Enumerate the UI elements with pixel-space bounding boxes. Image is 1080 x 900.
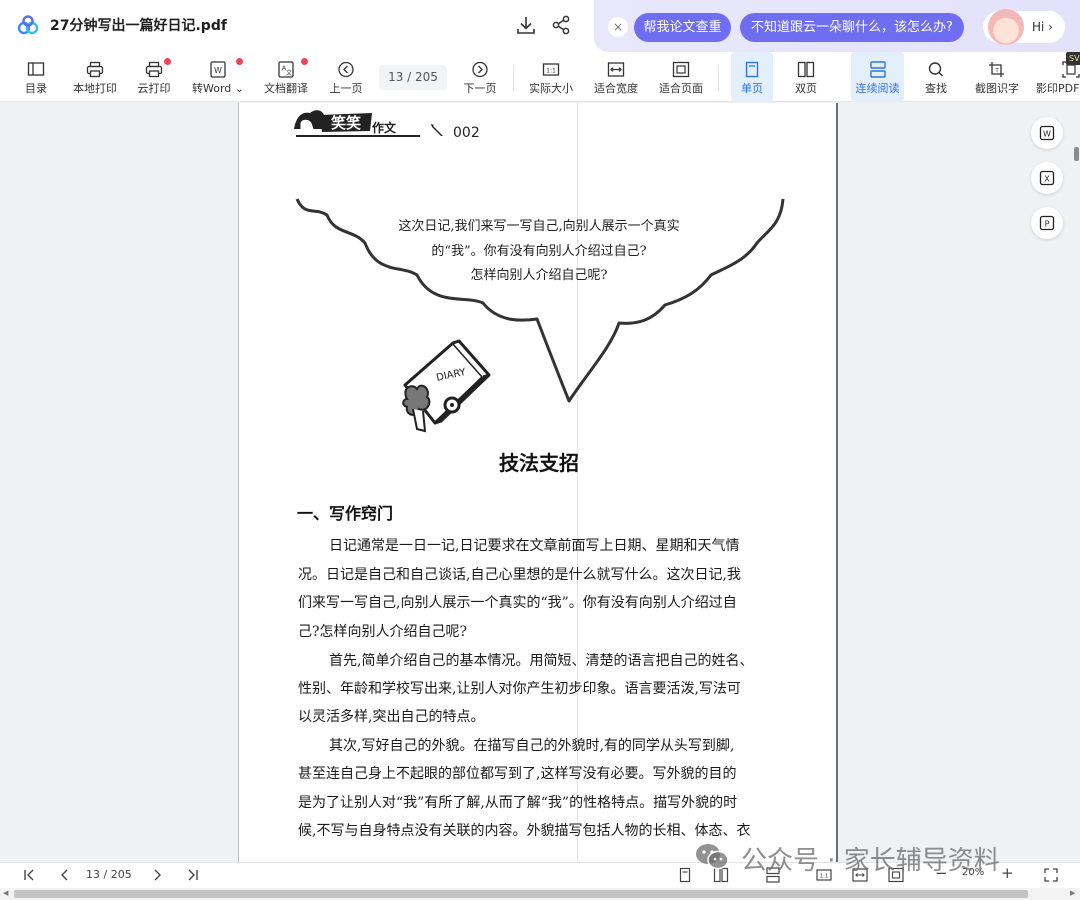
header-rule bbox=[296, 135, 420, 137]
side-to-word-button[interactable]: W bbox=[1031, 117, 1063, 149]
actual-size-icon: 1:1 bbox=[542, 63, 560, 76]
word-icon: W bbox=[1039, 125, 1055, 141]
side-to-excel-button[interactable]: X bbox=[1031, 162, 1063, 194]
svg-text:X: X bbox=[1044, 175, 1050, 184]
svg-text:W: W bbox=[214, 66, 222, 75]
prev-page-icon[interactable] bbox=[57, 867, 73, 883]
body-text-line: 首先,简单介绍自己的基本情况。用简短、清楚的语言把自己的姓名、 bbox=[329, 653, 754, 669]
book-series-name: 笑笑 bbox=[331, 114, 361, 132]
word-file-icon: W bbox=[210, 61, 226, 78]
sidebar-icon bbox=[27, 62, 45, 76]
watermark-text: 公众号 · 家长辅导资料 bbox=[741, 846, 1000, 876]
side-to-ppt-button[interactable]: P bbox=[1031, 207, 1063, 239]
last-page-icon[interactable] bbox=[185, 867, 201, 883]
body-text-line: 其次,写好自己的外貌。在描写自己的外貌时,有的同学从头写到脚, bbox=[329, 738, 735, 754]
continuous-scroll-icon bbox=[869, 61, 886, 78]
svg-text:P: P bbox=[1045, 220, 1050, 229]
first-page-icon[interactable] bbox=[21, 867, 37, 883]
section-heading: 技法支招 bbox=[499, 451, 579, 475]
notification-dot bbox=[301, 58, 308, 65]
double-page-button[interactable]: 双页 bbox=[786, 52, 826, 102]
toc-button[interactable]: 目录 bbox=[18, 52, 54, 102]
wechat-logo-icon bbox=[696, 844, 729, 870]
page-number-input[interactable]: 13 / 205 bbox=[379, 65, 447, 90]
body-text-line: 性别、年龄和学校写出来,让别人对你产生初步印象。语言要活泼,写法可 bbox=[298, 681, 741, 697]
crop-ocr-icon: T bbox=[989, 62, 1004, 77]
book-series-suffix: 作文 bbox=[372, 121, 397, 135]
fit-page-icon bbox=[672, 61, 690, 78]
single-page-button[interactable]: 单页 bbox=[731, 52, 773, 102]
zoom-in-button[interactable]: + bbox=[1001, 864, 1017, 882]
book-series-logo: 笑笑 bbox=[294, 110, 372, 132]
svg-text:文: 文 bbox=[286, 69, 292, 77]
printer-icon bbox=[86, 61, 104, 78]
local-print-button[interactable]: 本地打印 bbox=[70, 52, 120, 102]
body-text-line: 是为了让别人对“我”有所了解,从而了解“我”的性格特点。描写外貌的时 bbox=[298, 795, 738, 811]
body-text-line: 日记通常是一日一记,日记要求在文章前面写上日期、星期和天气情 bbox=[329, 538, 740, 554]
book-page-number: 002 bbox=[453, 125, 480, 141]
next-page-icon[interactable] bbox=[149, 867, 165, 883]
bubble-text-line: 怎样向别人介绍自己呢? bbox=[470, 268, 608, 283]
pencil-icon bbox=[431, 124, 443, 136]
notification-dot bbox=[236, 58, 243, 65]
scroll-left-arrow-icon[interactable]: ◀ bbox=[3, 889, 8, 897]
find-button[interactable]: 查找 bbox=[918, 52, 954, 102]
section-subheading: 一、写作窍门 bbox=[297, 504, 394, 523]
single-page-icon bbox=[745, 61, 759, 78]
assistant-hi-label: Hi › bbox=[1032, 20, 1053, 34]
body-text-line: 候,不写与自身特点没有关联的内容。外貌描写包括人物的长相、体态、衣 bbox=[298, 823, 751, 839]
chevron-right-circle-icon bbox=[472, 61, 488, 78]
pdf-page: 笑笑 作文 002 这次日记,我们来写一写自己,向别人展示一个真实 的“我”。你… bbox=[238, 103, 838, 862]
scroll-right-arrow-icon[interactable]: ▶ bbox=[1070, 889, 1075, 897]
fit-page-button[interactable]: 适合页面 bbox=[656, 52, 706, 102]
svg-text:T: T bbox=[994, 68, 999, 74]
excel-icon: X bbox=[1039, 170, 1055, 186]
screenshot-ocr-button[interactable]: T 截图识字 bbox=[970, 52, 1024, 102]
document-viewport[interactable]: 笑笑 作文 002 这次日记,我们来写一写自己,向别人展示一个真实 的“我”。你… bbox=[0, 103, 1080, 862]
body-text-line: 以灵活多样,突出自己的特点。 bbox=[298, 709, 485, 725]
fit-width-button[interactable]: 适合宽度 bbox=[591, 52, 641, 102]
chevron-left-circle-icon bbox=[338, 61, 354, 78]
double-page-icon bbox=[797, 61, 815, 78]
horizontal-scrollbar-thumb[interactable] bbox=[14, 890, 1028, 898]
body-text-line: 甚至连自己身上不起眼的部位都写到了,这样写没有必要。写外貌的目的 bbox=[298, 766, 737, 782]
svg-text:W: W bbox=[1043, 130, 1051, 139]
actual-size-button[interactable]: 1:1 实际大小 bbox=[526, 52, 576, 102]
body-text-line: 们来写一写自己,向别人展示一个真实的“我”。你有没有向别人介绍过自 bbox=[298, 595, 737, 611]
single-page-view-icon[interactable] bbox=[677, 867, 693, 883]
cloud-printer-icon bbox=[145, 61, 163, 78]
body-text-line: 况。日记是自己和自己谈话,自己心里想的是什么就写什么。这次日记,我 bbox=[298, 567, 741, 583]
ai-bar-close-button[interactable]: × bbox=[608, 17, 628, 37]
toolbar-divider bbox=[513, 65, 514, 91]
assistant-avatar[interactable] bbox=[988, 9, 1024, 45]
notification-dot bbox=[164, 58, 171, 65]
fullscreen-icon[interactable] bbox=[1043, 867, 1059, 883]
prev-page-button[interactable]: 上一页 bbox=[326, 52, 366, 102]
toolbar-divider bbox=[718, 65, 719, 91]
body-text-line: 己?怎样向别人介绍自己呢? bbox=[298, 624, 468, 640]
document-title: 27分钟写出一篇好日记.pdf bbox=[50, 18, 227, 34]
translate-icon: A文 bbox=[278, 61, 294, 78]
ai-chat-suggestion-button[interactable]: 不知道跟云一朵聊什么，该怎么办? bbox=[740, 13, 964, 42]
plagiarism-check-button[interactable]: 帮我论文查重 bbox=[634, 13, 731, 42]
status-page-indicator: 13 / 205 bbox=[86, 868, 132, 881]
svg-text:1:1: 1:1 bbox=[546, 68, 556, 75]
ppt-icon: P bbox=[1039, 215, 1055, 231]
continuous-reading-button[interactable]: 连续阅读 bbox=[851, 52, 904, 102]
search-icon bbox=[928, 62, 944, 77]
vertical-scrollbar-thumb[interactable] bbox=[1074, 147, 1079, 161]
next-page-button[interactable]: 下一页 bbox=[460, 52, 500, 102]
bubble-text-line: 的“我”。你有没有向别人介绍过自己? bbox=[431, 244, 647, 259]
diary-book-illustration: DIARY bbox=[402, 339, 491, 433]
fit-width-icon bbox=[607, 62, 625, 77]
download-icon[interactable] bbox=[515, 14, 537, 36]
bubble-text-line: 这次日记,我们来写一写自己,向别人展示一个真实 bbox=[398, 219, 680, 234]
svip-badge: SV bbox=[1066, 52, 1080, 65]
app-logo-icon bbox=[17, 15, 39, 35]
share-icon[interactable] bbox=[550, 14, 572, 36]
